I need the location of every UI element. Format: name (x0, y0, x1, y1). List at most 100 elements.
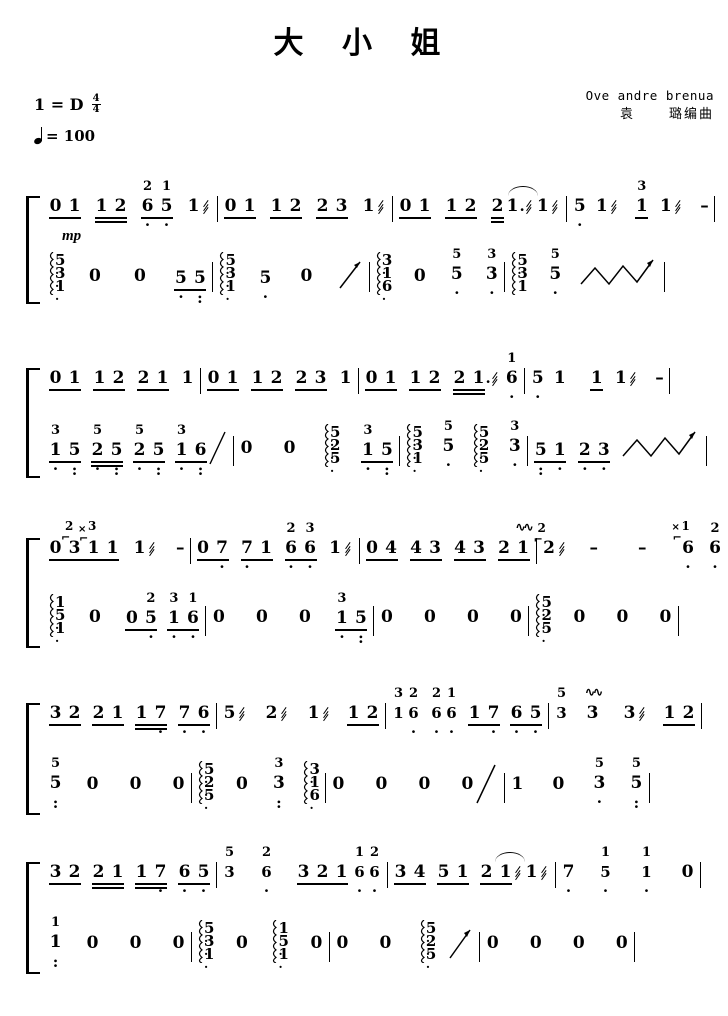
chord-note: 5. (478, 449, 490, 475)
chord-note: 1. (225, 277, 236, 303)
octave-dot-low: : (52, 794, 59, 812)
chord-upper-note: 1 (641, 845, 652, 860)
chord-upper-note: 2 (431, 686, 442, 701)
barline (212, 262, 214, 292)
note: 1 (133, 538, 146, 558)
rolled-chord: 1 5. 1. (48, 594, 66, 645)
note: 26. (406, 687, 421, 736)
octave-dot-low: . (244, 554, 250, 572)
note: 1 (362, 196, 375, 216)
barline (358, 538, 360, 564)
tremolo-icon (279, 703, 290, 722)
beam-group: 23 (315, 196, 349, 220)
barline (217, 196, 218, 222)
beam-group: 01 (48, 368, 82, 392)
octave-dot-low: . (577, 212, 583, 230)
octave-dot-low: : (113, 461, 120, 479)
note: 26. (141, 179, 154, 230)
beam-group: 7.1 (240, 538, 274, 572)
beam-group: 51 (436, 862, 470, 886)
note: 53 (222, 846, 237, 882)
chord-note: 1. (55, 277, 66, 303)
beam-group: 01 (364, 368, 398, 392)
tremolo-icon (343, 538, 354, 557)
octave-dot-low: . (157, 719, 164, 737)
barline (328, 932, 330, 962)
measure: 01 12 21 1 (48, 368, 195, 392)
note: 0 (86, 933, 99, 953)
note: 0 (213, 607, 225, 627)
barline (216, 862, 217, 888)
measure: 5: 1. 2. 3. (533, 426, 701, 478)
note: 0 (207, 368, 220, 388)
note: 5: (68, 440, 81, 479)
octave-dot-low: . (371, 878, 378, 896)
note: 7. (487, 703, 500, 737)
octave-dot-low: . (356, 878, 363, 896)
beam-group: 01 (398, 196, 432, 220)
arpeggio-wavy-icon (197, 761, 203, 804)
measure: 0 0 5. 2. 5. (335, 920, 474, 970)
octave-dot-low: : (71, 461, 78, 479)
chord-upper-note: 5 (92, 423, 103, 438)
octave-dot-low: . (513, 719, 520, 737)
beam-group: 52. 5: (90, 423, 124, 478)
octave-dot-low: . (541, 631, 546, 645)
note: 0 (197, 538, 209, 558)
chord-upper-note: 5 (631, 756, 641, 771)
beam-group: 43 (409, 538, 443, 562)
note: 4 (413, 862, 426, 882)
rolled-chord: 5. 2. 5. (419, 920, 436, 970)
hold-dash: – (589, 538, 599, 558)
note: 1 (270, 196, 283, 216)
measure: 0 0 0 0 (379, 596, 523, 638)
arpeggio-wavy-icon (48, 252, 54, 295)
chord-note: 1. (204, 945, 215, 971)
octave-dot-low: . (535, 384, 541, 402)
beam-group: 5: 1. (533, 440, 567, 478)
rolled-chord: 5. 2. 5. (534, 594, 552, 644)
beam-group: 2 ∿∿ 1 (497, 521, 534, 562)
note: ∿∿ 3 (585, 685, 603, 723)
octave-dot-low: . (136, 456, 143, 474)
note: 2 (270, 368, 283, 388)
beam-group: 04 (365, 538, 399, 562)
chord-upper-note: 3 (363, 423, 373, 438)
tremolo-icon (539, 862, 550, 881)
octave-dot-low: : (52, 953, 59, 971)
note: 0 (615, 933, 628, 953)
note: 55: (630, 756, 643, 812)
measure: 5. 1 1 1 – (530, 368, 664, 402)
measure: 0 0 5. 2. 5. 31. 5: (239, 423, 394, 478)
measure: 0 0 0 0 (485, 922, 629, 964)
barline (479, 932, 481, 962)
barline (191, 932, 192, 962)
note: 0 (616, 607, 629, 627)
rolled-chord: 5. 3. 1. (218, 252, 236, 303)
octave-dot-low: . (582, 456, 588, 474)
chord-upper-note: 3 (337, 591, 347, 606)
note: 0 (461, 774, 474, 794)
chord-upper-note: 5 (452, 247, 462, 262)
chord-note: 5. (204, 786, 215, 812)
note: 3 (394, 862, 407, 882)
note: 1 (68, 196, 81, 216)
beam-group: 321 (296, 862, 349, 886)
octave-dot-low: . (565, 878, 572, 896)
beam-group: 32 (48, 862, 82, 886)
octave-dot-low: . (489, 280, 495, 298)
beam-group: 5. 5: (173, 268, 207, 306)
octave-dot-low: . (410, 719, 417, 737)
measure: 0 2 ⌐ 3 3 × ⌐ 1 1 1 – (48, 520, 185, 562)
hold-dash: – (638, 538, 647, 558)
note: 52. (91, 423, 104, 474)
chord-note: 1. (55, 619, 66, 645)
octave-dot-low: . (200, 878, 207, 896)
beam-group: 32 (48, 703, 82, 727)
note: 0 (573, 607, 586, 627)
beam-group: 12 (346, 703, 380, 727)
note: 2 ⌐ 2 (533, 521, 555, 558)
page-title: 大 小 姐 (273, 26, 455, 61)
credits-composer: 袁璐编曲 (619, 107, 714, 123)
note: 16. (505, 351, 518, 402)
